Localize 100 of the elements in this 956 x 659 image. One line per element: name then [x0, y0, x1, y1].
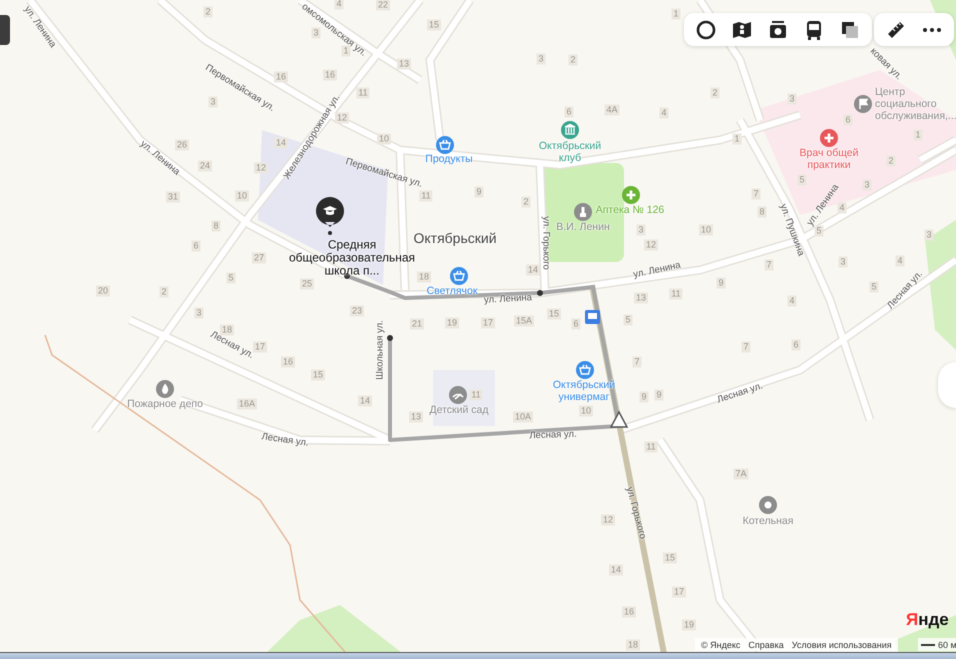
- footer-link[interactable]: Справка: [748, 640, 784, 650]
- street-label: Школьная ул.: [374, 320, 386, 380]
- house-number: 20: [96, 286, 110, 296]
- place-label[interactable]: Продукты: [425, 153, 473, 165]
- street-label: ул. Ленина: [484, 292, 532, 306]
- house-number: 4А: [604, 104, 620, 116]
- house-number: 11: [644, 442, 658, 452]
- house-number: 17: [253, 342, 267, 352]
- street-label: Лесная ул.: [716, 380, 764, 406]
- house-number: 1: [342, 46, 350, 56]
- logo: Янде: [906, 610, 949, 630]
- house-number: 18: [220, 324, 234, 336]
- house-number: 5: [798, 174, 806, 186]
- house-number: 19: [682, 620, 696, 630]
- house-number: 12: [335, 112, 349, 124]
- house-number: 1: [672, 8, 680, 20]
- house-number: 2: [886, 156, 896, 166]
- place-label[interactable]: Котельная: [742, 515, 794, 527]
- house-number: 26: [175, 140, 189, 150]
- house-number: 16: [281, 356, 295, 368]
- copyright-text: © Яндекс: [701, 640, 740, 650]
- scale-label: 60 м: [938, 640, 956, 650]
- house-number: 3: [924, 230, 934, 240]
- house-number: 10: [699, 224, 713, 236]
- house-number: 22: [376, 0, 390, 10]
- house-number: 18: [626, 640, 640, 650]
- house-number: 2: [710, 88, 720, 98]
- footer-link[interactable]: Условия использования: [792, 640, 892, 650]
- house-number: 6: [792, 340, 800, 350]
- house-number: 14: [609, 564, 623, 576]
- house-number: 4: [334, 0, 344, 10]
- house-number: 7: [632, 356, 642, 368]
- settlement-name: Октябрьский: [413, 230, 497, 246]
- house-number: 11: [669, 288, 683, 300]
- house-number: 13: [397, 58, 411, 70]
- house-number: 7А: [734, 468, 748, 480]
- street-label: Лесная ул.: [529, 428, 577, 442]
- house-number: 2: [160, 286, 168, 298]
- house-number: 10: [579, 406, 593, 416]
- house-number: 12: [254, 162, 268, 174]
- house-number: 5: [226, 272, 236, 284]
- house-number: 10: [377, 134, 391, 144]
- house-number: 2: [522, 196, 530, 208]
- house-number: 16А: [237, 398, 257, 410]
- house-number: 4: [896, 256, 904, 266]
- house-number: 12: [644, 240, 658, 250]
- house-number: 10: [235, 190, 249, 202]
- house-number: 14: [526, 264, 540, 276]
- house-number: 15А: [514, 316, 534, 326]
- house-number: 6: [564, 106, 574, 118]
- house-number: 3: [194, 308, 204, 318]
- house-number: 17: [481, 318, 495, 328]
- house-number: 2: [204, 6, 212, 18]
- house-number: 3: [788, 94, 796, 104]
- place-label[interactable]: Светлячок: [426, 285, 478, 297]
- house-number: 16: [323, 70, 337, 80]
- house-number: 11: [419, 190, 433, 202]
- place-label[interactable]: Центр социального обслуживания,...: [875, 86, 956, 122]
- house-number: 16: [622, 606, 636, 618]
- place-label[interactable]: Пожарное депо: [127, 398, 203, 410]
- place-label[interactable]: Октябрьский клуб: [530, 140, 610, 164]
- house-number: 7: [752, 188, 760, 200]
- house-number: 4: [838, 202, 846, 214]
- place-label[interactable]: Аптека № 126: [596, 204, 664, 216]
- house-number: 15: [547, 308, 561, 320]
- house-number: 3: [862, 180, 872, 190]
- house-number: 12: [601, 514, 615, 526]
- street-label: ул. Ленина: [632, 260, 682, 280]
- house-number: 6: [192, 240, 200, 252]
- place-label[interactable]: Детский сад: [430, 404, 488, 416]
- house-number: 3: [838, 256, 848, 268]
- house-number: 23: [350, 306, 364, 316]
- house-number: 2: [568, 54, 578, 66]
- house-number: 3: [536, 54, 546, 64]
- house-number: 6: [572, 318, 580, 330]
- house-number: 13: [409, 412, 423, 422]
- house-number: 10А: [513, 412, 533, 422]
- house-number: 25: [300, 278, 314, 290]
- house-number: 15: [427, 20, 441, 30]
- house-number: 11: [356, 88, 370, 98]
- house-number: 5: [870, 282, 878, 292]
- street-label: Лесная ул.: [260, 431, 310, 449]
- house-number: 8: [758, 206, 766, 218]
- place-label[interactable]: Октябрьский универмаг: [539, 379, 629, 403]
- house-number: 15: [311, 370, 325, 380]
- house-number: 4: [788, 296, 796, 306]
- house-number: 4: [660, 108, 668, 118]
- place-label[interactable]: В.И. Ленин: [556, 221, 610, 233]
- house-number: 5: [814, 226, 824, 236]
- house-number: 9: [474, 186, 484, 198]
- house-number: 7: [742, 342, 750, 352]
- place-label[interactable]: Врач общей практики: [789, 147, 869, 171]
- house-number: 21: [410, 318, 424, 330]
- house-number: 7: [764, 260, 774, 270]
- house-number: 9: [716, 278, 726, 288]
- house-number: 14: [358, 396, 372, 406]
- house-number: 19: [445, 318, 459, 328]
- house-number: 1: [732, 134, 742, 144]
- house-number: 27: [252, 252, 266, 264]
- house-number: 3: [636, 224, 646, 236]
